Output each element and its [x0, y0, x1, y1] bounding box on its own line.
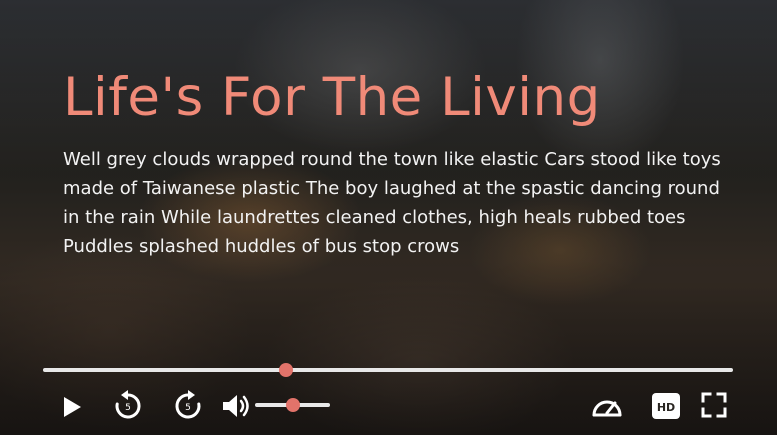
rewind-button[interactable]: 5 [112, 390, 144, 422]
volume-slider[interactable] [255, 398, 330, 412]
quality-badge-label: HD [657, 401, 675, 414]
progress-track[interactable] [43, 368, 733, 372]
playback-speed-button[interactable] [590, 391, 624, 421]
forward-button[interactable]: 5 [172, 390, 204, 422]
volume-icon [223, 395, 249, 417]
video-title: Life's For The Living [63, 67, 601, 128]
rewind-seconds-label: 5 [125, 403, 131, 413]
volume-button[interactable] [220, 390, 252, 422]
video-player[interactable]: Life's For The Living Well grey clouds w… [0, 0, 777, 435]
progress-handle[interactable] [278, 363, 293, 377]
quality-button[interactable]: HD [651, 392, 681, 420]
fullscreen-icon [701, 392, 727, 418]
progress-bar[interactable] [43, 363, 733, 377]
speedometer-icon [592, 400, 622, 417]
forward-seconds-label: 5 [185, 403, 191, 413]
play-icon [64, 397, 81, 417]
volume-handle[interactable] [285, 398, 300, 412]
play-button[interactable] [60, 394, 84, 420]
fullscreen-button[interactable] [701, 392, 727, 418]
video-description: Well grey clouds wrapped round the town … [63, 149, 721, 257]
